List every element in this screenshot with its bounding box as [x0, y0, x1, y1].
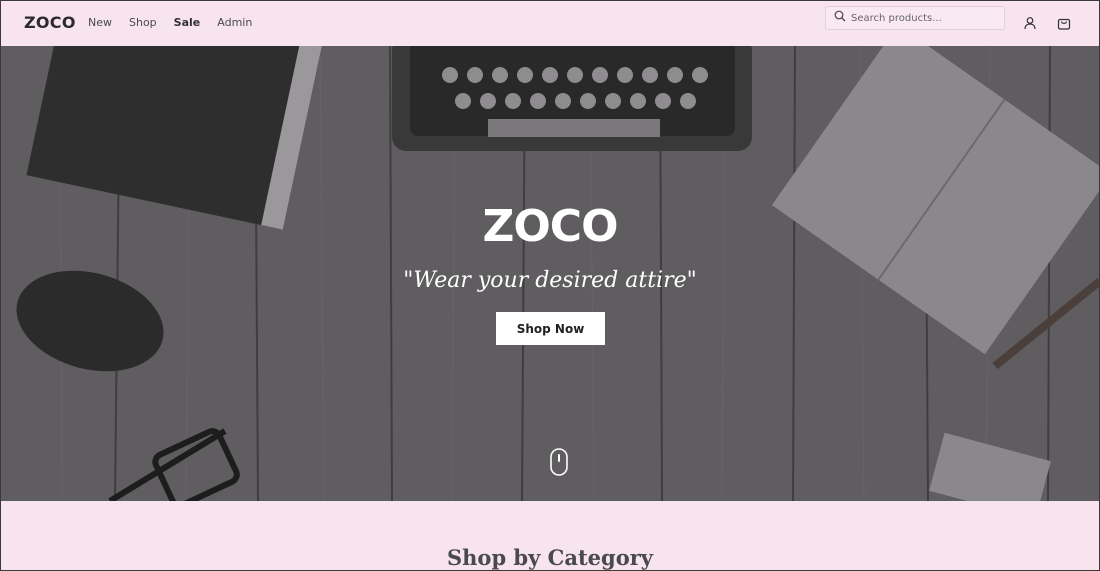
hero-tagline: "Wear your desired attire"	[403, 268, 697, 293]
mouse-scroll-icon[interactable]	[550, 448, 568, 476]
nav-link-sale[interactable]: Sale	[174, 16, 201, 29]
shopping-bag-icon[interactable]	[1056, 15, 1072, 31]
hero-banner: ZOCO "Wear your desired attire" Shop Now	[0, 46, 1100, 501]
hero-title: ZOCO	[482, 201, 618, 252]
nav-link-admin[interactable]: Admin	[217, 16, 252, 29]
brand-logo[interactable]: ZOCO	[24, 13, 76, 32]
nav-link-new[interactable]: New	[88, 16, 112, 29]
category-title: Shop by Category	[447, 545, 653, 570]
search-icon	[834, 9, 846, 27]
nav-links: New Shop Sale Admin	[88, 16, 269, 29]
search-box	[825, 6, 1005, 30]
category-section: Shop by Category	[0, 501, 1100, 571]
user-icon[interactable]	[1022, 15, 1038, 31]
shop-now-button[interactable]: Shop Now	[496, 312, 605, 345]
top-navbar: ZOCO New Shop Sale Admin	[0, 0, 1100, 46]
nav-link-shop[interactable]: Shop	[129, 16, 157, 29]
search-input[interactable]	[851, 12, 1001, 24]
